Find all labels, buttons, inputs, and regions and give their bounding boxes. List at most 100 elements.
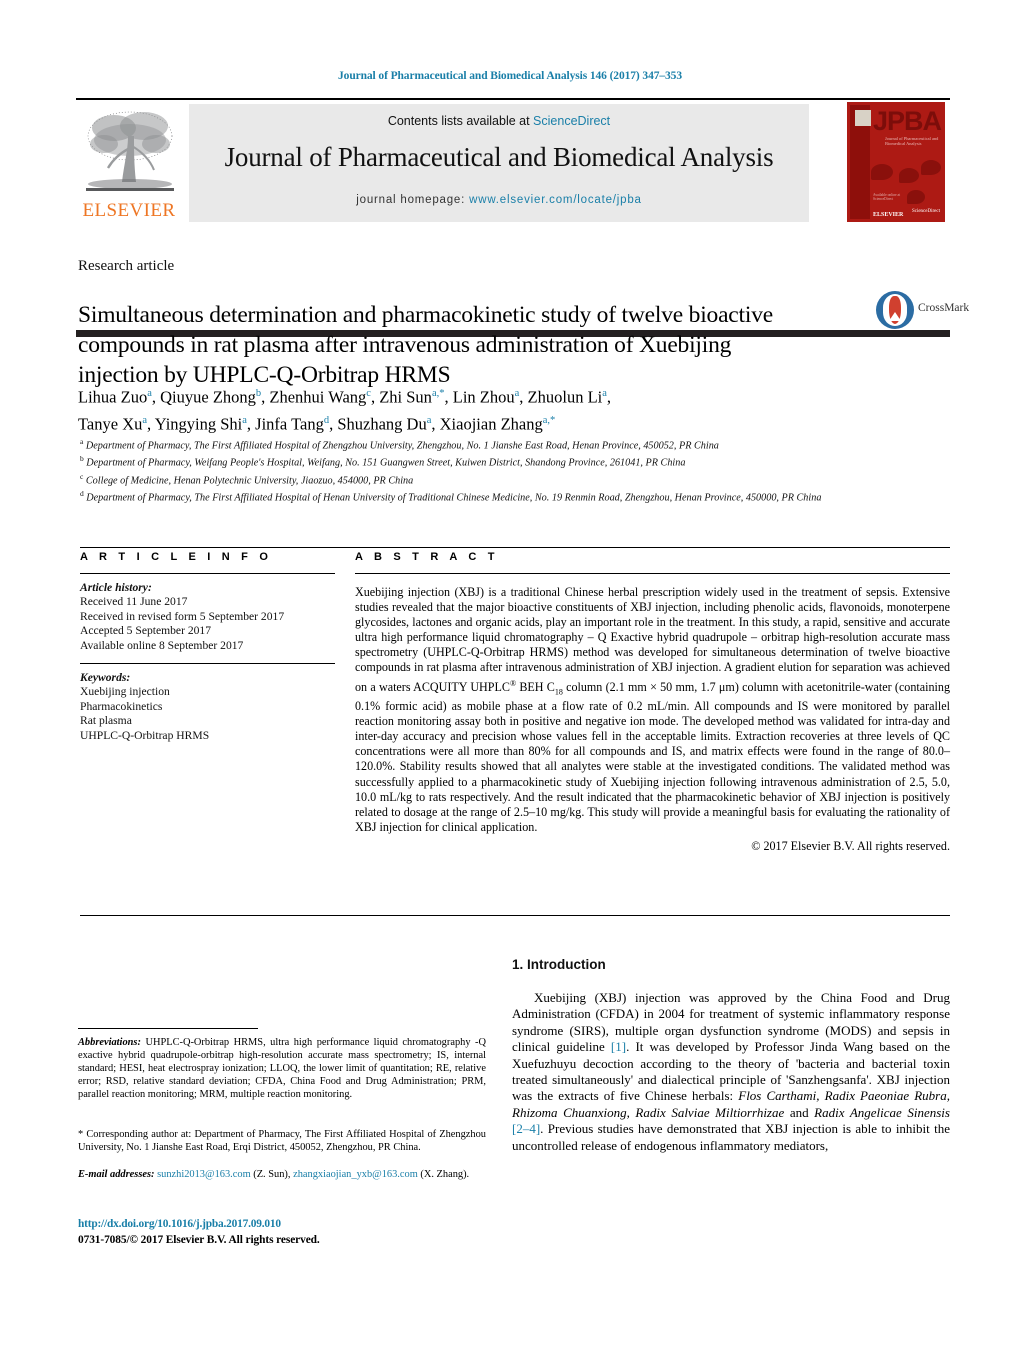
author-affiliation-marker: a xyxy=(242,414,247,426)
cover-blob-icon xyxy=(871,164,893,180)
intro-part-c: and xyxy=(784,1104,815,1120)
abstract-section: A B S T R A C T Xuebijing injection (XBJ… xyxy=(355,551,950,854)
author-affiliation-marker: a xyxy=(426,414,432,426)
elsevier-logo: ELSEVIER xyxy=(78,104,180,224)
author-name: Shuzhang Du xyxy=(337,414,427,433)
cover-subtitle: Journal of Pharmaceutical and Biomedical… xyxy=(885,136,939,146)
history-item: Received 11 June 2017 xyxy=(80,595,188,609)
cover-sciencedirect-label: ScienceDirect xyxy=(911,209,940,214)
intro-part-e: . Previous studies have demonstrated tha… xyxy=(512,1121,950,1153)
author-name: Xiaojian Zhang xyxy=(439,414,543,433)
introduction-text: Xuebijing (XBJ) injection was approved b… xyxy=(512,990,950,1154)
author-line: Tanye Xua, Yingying Shia, Jinfa Tangd, S… xyxy=(78,414,556,433)
homepage-prefix: journal homepage: xyxy=(356,194,470,206)
author-affiliation-marker: c xyxy=(366,388,371,399)
journal-band: Contents lists available at ScienceDirec… xyxy=(189,104,809,222)
email-owner-sun: (Z. Sun), xyxy=(250,1169,294,1180)
history-item: Accepted 5 September 2017 xyxy=(80,624,212,638)
doi-link[interactable]: http://dx.doi.org/10.1016/j.jpba.2017.09… xyxy=(78,1218,281,1230)
author-affiliation-marker: a xyxy=(142,414,148,426)
author-name: Zhuolun Li xyxy=(527,387,603,407)
abstract-part-3: column (2.1 mm × 50 mm, 1.7 μm) column w… xyxy=(355,679,950,834)
journal-title: Journal of Pharmaceutical and Biomedical… xyxy=(224,142,774,172)
affiliation-text: Department of Pharmacy, Weifang People's… xyxy=(83,457,686,469)
keywords-title: Keywords: xyxy=(80,671,131,685)
crossmark-badge[interactable]: CrossMark xyxy=(876,289,969,339)
keyword-item: UHPLC-Q-Orbitrap HRMS xyxy=(80,728,210,742)
masthead-top-rule xyxy=(76,98,950,100)
contents-available-line: Contents lists available at ScienceDirec… xyxy=(189,114,809,128)
abstract-part-2: BEH C xyxy=(516,679,555,694)
affiliation-item: c College of Medicine, Henan Polytechnic… xyxy=(80,471,910,488)
abstract-rule xyxy=(355,573,950,574)
running-head: Journal of Pharmaceutical and Biomedical… xyxy=(338,70,682,82)
journal-masthead: ELSEVIER Contents lists available at Sci… xyxy=(76,98,950,337)
abstract-copyright: © 2017 Elsevier B.V. All rights reserved… xyxy=(751,838,950,853)
affiliation-item: a Department of Pharmacy, The First Affi… xyxy=(80,436,910,453)
email-owner-zhang: (X. Zhang). xyxy=(417,1169,470,1180)
author-affiliation-marker: a,* xyxy=(431,388,445,399)
affiliation-item: b Department of Pharmacy, Weifang People… xyxy=(80,453,910,470)
abstract-part-1: Xuebijing injection (XBJ) is a tradition… xyxy=(355,585,950,694)
keywords-block: Keywords: Xuebijing injection Pharmacoki… xyxy=(80,671,335,743)
citation-ref-1[interactable]: [1] xyxy=(611,1039,626,1054)
history-item: Received in revised form 5 September 201… xyxy=(80,609,285,623)
info-block-top-rule xyxy=(80,547,950,548)
article-history: Article history: Received 11 June 2017 R… xyxy=(80,581,335,653)
author-name: Zhenhui Wang xyxy=(269,387,367,407)
author-affiliation-marker: a,* xyxy=(542,414,556,426)
article-history-title: Article history: xyxy=(80,581,152,594)
author-name: Jinfa Tang xyxy=(255,414,324,433)
cover-blob-icon xyxy=(921,160,941,175)
abbreviations-note: Abbreviations: UHPLC-Q-Orbitrap HRMS, ul… xyxy=(78,1036,486,1101)
info-block-bottom-rule xyxy=(80,915,950,916)
contents-prefix: Contents lists available at xyxy=(387,114,534,128)
email-link-sun[interactable]: sunzhi2013@163.com xyxy=(157,1169,251,1180)
cover-acronym: JPBA xyxy=(872,106,942,136)
keywords-rule xyxy=(80,663,335,665)
elsevier-wordmark: ELSEVIER xyxy=(82,200,176,221)
keyword-item: Pharmacokinetics xyxy=(80,699,163,713)
abbreviations-label: Abbreviations: xyxy=(78,1037,141,1048)
introduction-heading: 1. Introduction xyxy=(512,957,606,972)
author-name: Zhi Sun xyxy=(379,387,432,407)
issn-copyright-line: 0731-7085/© 2017 Elsevier B.V. All right… xyxy=(78,1234,320,1246)
abstract-label: A B S T R A C T xyxy=(355,551,499,563)
cover-left-column xyxy=(850,105,871,219)
affiliation-text: Department of Pharmacy, The First Affili… xyxy=(83,492,822,504)
journal-cover-thumbnail: JPBA Journal of Pharmaceutical and Biome… xyxy=(842,98,950,224)
crossmark-icon xyxy=(876,291,914,329)
carbon-18-subscript: 18 xyxy=(554,687,563,696)
email-link-zhang[interactable]: zhangxiaojian_yxb@163.com xyxy=(293,1169,418,1180)
cover-top-rule xyxy=(842,98,950,100)
keyword-item: Rat plasma xyxy=(80,714,132,728)
paper-page: Journal of Pharmaceutical and Biomedical… xyxy=(0,0,1020,1351)
abstract-text: Xuebijing injection (XBJ) is a tradition… xyxy=(355,585,950,835)
article-type: Research article xyxy=(78,258,175,274)
author-affiliation-marker: a xyxy=(147,388,152,399)
article-info-section: A R T I C L E I N F O Article history: R… xyxy=(80,551,335,743)
affiliation-list: a Department of Pharmacy, The First Affi… xyxy=(80,436,910,506)
article-info-rule xyxy=(80,573,335,574)
citation-ref-2[interactable]: [2–4] xyxy=(512,1121,540,1136)
affiliation-text: College of Medicine, Henan Polytechnic U… xyxy=(83,475,414,487)
author-affiliation-marker: d xyxy=(323,414,330,426)
keyword-item: Xuebijing injection xyxy=(80,685,170,699)
footnote-rule xyxy=(78,1028,258,1029)
introduction-paragraph: Xuebijing (XBJ) injection was approved b… xyxy=(512,990,950,1154)
sciencedirect-link[interactable]: ScienceDirect xyxy=(533,114,610,128)
author-affiliation-marker: a xyxy=(514,388,520,399)
history-item: Available online 8 September 2017 xyxy=(80,638,244,652)
journal-homepage-link[interactable]: www.elsevier.com/locate/jpba xyxy=(469,194,642,206)
page-title: Simultaneous determination and pharmacok… xyxy=(78,301,773,388)
author-line: Lihua Zuoa, Qiuyue Zhongb, Zhenhui Wangc… xyxy=(78,387,612,407)
affiliation-item: d Department of Pharmacy, The First Affi… xyxy=(80,488,910,505)
corresponding-author-note: * Corresponding author at: Department of… xyxy=(78,1129,486,1153)
cover-badge-icon xyxy=(855,110,871,126)
author-name: Tanye Xu xyxy=(78,414,143,433)
cover-meta-text: Available online at ScienceDirect xyxy=(873,192,901,202)
author-affiliation-marker: b xyxy=(255,388,262,399)
author-affiliation-marker: a xyxy=(602,388,607,399)
affiliation-text: Department of Pharmacy, The First Affili… xyxy=(83,440,719,452)
author-list: Lihua Zuoa, Qiuyue Zhongb, Zhenhui Wangc… xyxy=(78,382,868,435)
